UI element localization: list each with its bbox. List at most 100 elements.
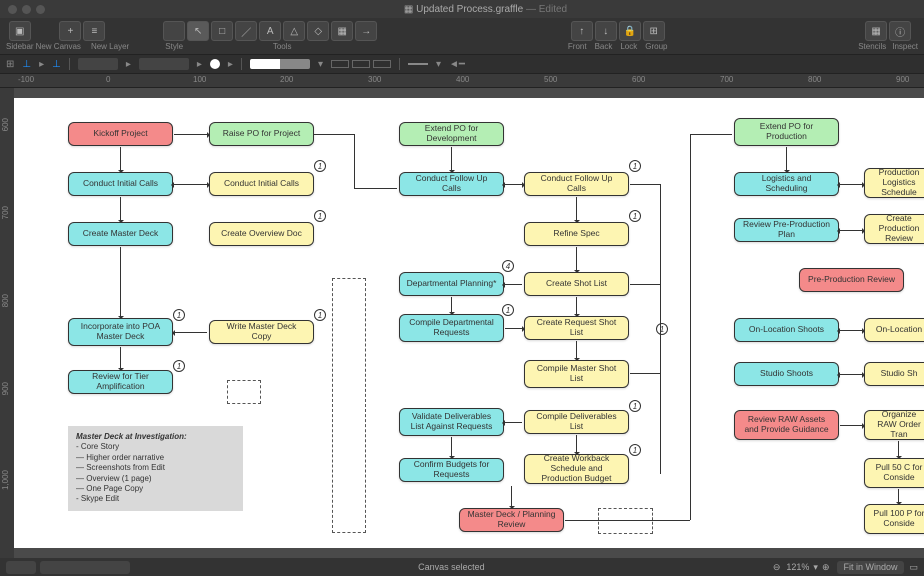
zoom-out-icon[interactable]: ⊖ <box>773 562 781 573</box>
node-prod-logistics[interactable]: Production Logistics Schedule <box>864 168 924 198</box>
line-tool[interactable]: ／ <box>235 21 257 41</box>
node-create-prod-rev[interactable]: Create Production Review <box>864 214 924 244</box>
node-request-shot[interactable]: Create Request Shot List <box>524 316 629 340</box>
browse-tool[interactable]: → <box>355 21 377 41</box>
connector <box>505 284 522 285</box>
node-write-copy[interactable]: Write Master Deck Copy <box>209 320 314 344</box>
node-organize-raw[interactable]: Organize RAW Order Tran <box>864 410 924 440</box>
new-layer-button[interactable]: ≡ <box>83 21 105 41</box>
connector <box>576 197 577 220</box>
connector <box>505 422 522 423</box>
connector <box>898 489 899 502</box>
pen-tool[interactable]: △ <box>283 21 305 41</box>
layer-nav[interactable] <box>40 561 130 574</box>
traffic-lights[interactable] <box>8 5 45 14</box>
node-kickoff[interactable]: Kickoff Project <box>68 122 173 146</box>
node-incorporate[interactable]: Incorporate into POA Master Deck <box>68 318 173 346</box>
canvas[interactable]: Kickoff Project Raise PO for Project Con… <box>14 98 924 548</box>
align-select[interactable] <box>139 58 189 70</box>
node-shot-list[interactable]: Create Shot List <box>524 272 629 296</box>
presentation-icon[interactable]: ▭ <box>910 562 919 573</box>
node-refine-spec[interactable]: Refine Spec <box>524 222 629 246</box>
fill-color[interactable] <box>210 59 220 69</box>
node-preprod-review[interactable]: Pre-Production Review <box>799 268 904 292</box>
diagram-tool[interactable]: ◇ <box>307 21 329 41</box>
new-canvas-button[interactable]: + <box>59 21 81 41</box>
text-tool[interactable]: A <box>259 21 281 41</box>
shadow-3[interactable] <box>373 60 391 68</box>
selection-tool[interactable]: ↖ <box>187 21 209 41</box>
zoom-level[interactable]: 121% <box>786 562 809 572</box>
node-compile-master-shot[interactable]: Compile Master Shot List <box>524 360 629 388</box>
node-followup-1[interactable]: Conduct Follow Up Calls <box>399 172 504 196</box>
note-master-deck[interactable]: Master Deck at Investigation: - Core Sto… <box>68 426 243 511</box>
node-review-preprod[interactable]: Review Pre-Production Plan <box>734 218 839 242</box>
node-conduct-calls-2[interactable]: Conduct Initial Calls <box>209 172 314 196</box>
selection-marquee <box>598 508 653 534</box>
font-select[interactable] <box>78 58 118 70</box>
node-onloc-shoots[interactable]: On-Location Shoots <box>734 318 839 342</box>
connector <box>511 486 512 506</box>
node-master-deck[interactable]: Create Master Deck <box>68 222 173 246</box>
align-icon[interactable]: ⊞ <box>6 59 14 70</box>
node-workback[interactable]: Create Workback Schedule and Production … <box>524 454 629 484</box>
canvas-viewport[interactable]: Kickoff Project Raise PO for Project Con… <box>14 88 924 558</box>
badge: 1 <box>656 323 668 335</box>
connector <box>576 435 577 452</box>
shadow-2[interactable] <box>352 60 370 68</box>
shape-tool[interactable]: □ <box>211 21 233 41</box>
close-icon[interactable] <box>8 5 17 14</box>
node-review-raw[interactable]: Review RAW Assets and Provide Guidance <box>734 410 839 440</box>
stroke-style[interactable] <box>250 59 310 69</box>
connector <box>354 188 397 189</box>
connector <box>174 184 207 185</box>
inspect-button[interactable]: ⓘ <box>889 21 911 41</box>
connector <box>354 134 355 188</box>
node-studio[interactable]: Studio Sh <box>864 362 924 386</box>
node-conduct-calls-1[interactable]: Conduct Initial Calls <box>68 172 173 196</box>
stamp-tool[interactable]: ▦ <box>331 21 353 41</box>
status-text: Canvas selected <box>418 562 485 572</box>
guides-icon[interactable]: ⊥ <box>22 59 31 70</box>
node-compile-deliv[interactable]: Compile Deliverables List <box>524 410 629 434</box>
node-master-review[interactable]: Master Deck / Planning Review <box>459 508 564 532</box>
front-button[interactable]: ↑ <box>571 21 593 41</box>
badge: 1 <box>314 160 326 172</box>
style-button[interactable] <box>163 21 185 41</box>
selection-marquee <box>227 380 261 404</box>
back-button[interactable]: ↓ <box>595 21 617 41</box>
connector <box>174 134 207 135</box>
connector <box>120 147 121 170</box>
minimize-icon[interactable] <box>22 5 31 14</box>
connector <box>451 297 452 312</box>
zoom-icon[interactable] <box>36 5 45 14</box>
node-followup-2[interactable]: Conduct Follow Up Calls <box>524 172 629 196</box>
canvas-nav[interactable] <box>6 561 36 574</box>
node-review-tier[interactable]: Review for Tier Amplification <box>68 370 173 394</box>
zoom-in-icon[interactable]: ⊕ <box>822 562 830 573</box>
node-confirm-budgets[interactable]: Confirm Budgets for Requests <box>399 458 504 482</box>
node-overview-doc[interactable]: Create Overview Doc <box>209 222 314 246</box>
connector <box>630 373 660 374</box>
sidebar-toggle[interactable]: ▣ <box>9 21 31 41</box>
node-validate-deliv[interactable]: Validate Deliverables List Against Reque… <box>399 408 504 436</box>
stencils-button[interactable]: ▦ <box>865 21 887 41</box>
node-compile-dept[interactable]: Compile Departmental Requests <box>399 314 504 342</box>
fit-window-button[interactable]: Fit in Window <box>837 561 903 574</box>
node-extend-prod[interactable]: Extend PO for Production <box>734 118 839 146</box>
node-onloc[interactable]: On-Location <box>864 318 924 342</box>
node-studio-shoots[interactable]: Studio Shoots <box>734 362 839 386</box>
snap-icon[interactable]: ⊥ <box>52 59 61 70</box>
node-raise-po[interactable]: Raise PO for Project <box>209 122 314 146</box>
node-extend-dev[interactable]: Extend PO for Development <box>399 122 504 146</box>
node-pull50[interactable]: Pull 50 C for Conside <box>864 458 924 488</box>
connector <box>451 437 452 456</box>
node-pull100[interactable]: Pull 100 P for Conside <box>864 504 924 534</box>
lock-button[interactable]: 🔒 <box>619 21 641 41</box>
arrow-style[interactable]: ◄━ <box>449 59 465 70</box>
node-logistics[interactable]: Logistics and Scheduling <box>734 172 839 196</box>
group-button[interactable]: ⊞ <box>643 21 665 41</box>
shadow-1[interactable] <box>331 60 349 68</box>
node-dept-plan[interactable]: Departmental Planning* <box>399 272 504 296</box>
line-style[interactable] <box>408 63 428 65</box>
